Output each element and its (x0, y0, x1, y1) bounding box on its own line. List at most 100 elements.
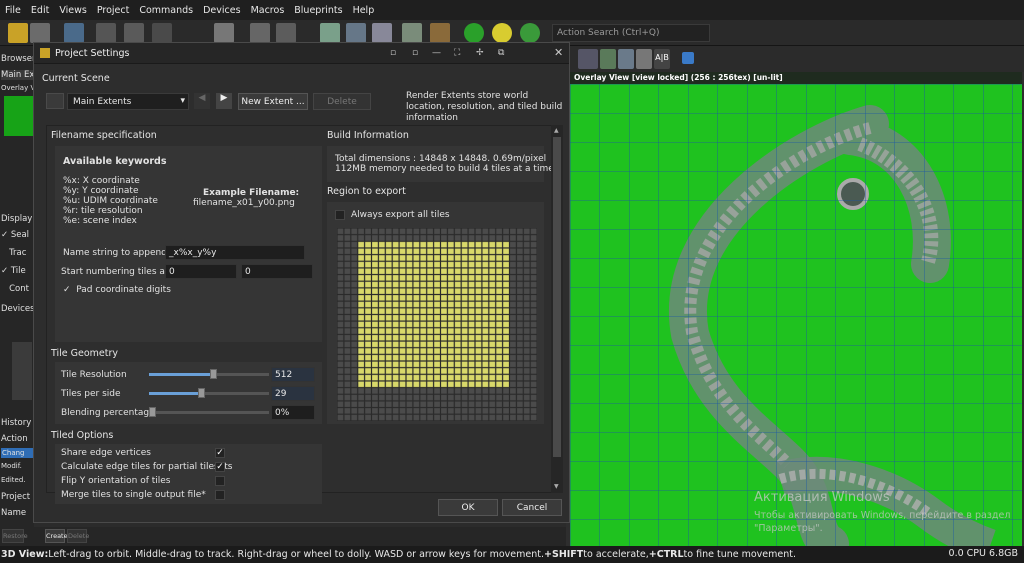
scene-select[interactable]: Main Extents ▾ (67, 93, 189, 110)
settings-scrollbar[interactable]: ▲ ▼ (551, 125, 563, 493)
info-icon[interactable] (682, 52, 694, 64)
tiles-per-side-slider[interactable] (149, 388, 269, 398)
eye-icon[interactable] (636, 49, 652, 69)
minimize-icon[interactable]: — (432, 48, 441, 58)
menu-file[interactable]: File (0, 5, 26, 16)
blending-slider[interactable] (149, 407, 269, 417)
restore-footer-button[interactable]: Restore (2, 529, 28, 543)
settings-scroll-pane[interactable]: Filename specification Available keyword… (46, 125, 554, 504)
merge-tiles-checkbox[interactable] (215, 490, 225, 500)
view3-icon[interactable] (372, 23, 392, 43)
menu-blueprints[interactable]: Blueprints (289, 5, 347, 16)
scrollbar-thumb[interactable] (553, 137, 561, 457)
history-change[interactable]: Chang (1, 448, 33, 458)
menu-devices[interactable]: Devices (198, 5, 245, 16)
share-edge-label: Share edge vertices (61, 448, 151, 458)
next-icon[interactable]: ▶ (216, 93, 232, 109)
restore-icon[interactable]: ▫ (390, 48, 396, 58)
create-button[interactable]: Create (45, 529, 68, 543)
name-string-label: Name string to append: (63, 248, 170, 258)
tile-geometry-group: Tile Resolution 512 Tiles per side 29 Bl… (55, 362, 322, 424)
view2-icon[interactable] (346, 23, 366, 43)
close-icon[interactable]: ✕ (554, 46, 563, 59)
menu-edit[interactable]: Edit (26, 5, 54, 16)
build-info-group: Total dimensions : 14848 x 14848. 0.69m/… (327, 146, 554, 182)
tile-region-grid[interactable] (337, 228, 537, 421)
tile-resolution-slider[interactable] (149, 369, 269, 379)
menu-project[interactable]: Project (92, 5, 135, 16)
fit-icon[interactable]: ⛶ (454, 48, 460, 58)
calc-edge-label: Calculate edge tiles for partial tileset… (61, 462, 233, 472)
flip-y-checkbox[interactable] (215, 476, 225, 486)
menu-help[interactable]: Help (348, 5, 380, 16)
terrain-view[interactable] (570, 84, 1022, 546)
available-keywords-label: Available keywords (63, 156, 167, 167)
menu-commands[interactable]: Commands (134, 5, 198, 16)
restore2-icon[interactable]: ▫ (412, 48, 418, 58)
delete-extent-button[interactable]: Delete (313, 93, 371, 110)
map-icon[interactable] (618, 49, 634, 69)
menu-macros[interactable]: Macros (246, 5, 290, 16)
new-extent-button[interactable]: New Extent ... (238, 93, 308, 110)
thumbnail-preview[interactable] (4, 96, 34, 136)
example-filename-label: Example Filename: (203, 188, 300, 198)
seal-item[interactable]: ✓ Seal (1, 230, 29, 240)
green-sphere-icon[interactable] (464, 23, 484, 43)
tool-icon[interactable] (96, 23, 116, 43)
ab-compare-icon[interactable]: A|B (654, 49, 670, 69)
history-edited[interactable]: Edited. (1, 476, 26, 484)
history-modif[interactable]: Modif. (1, 462, 22, 470)
view-icon[interactable] (320, 23, 340, 43)
name-string-input[interactable]: _x%x_y%y (165, 245, 305, 260)
dock-icon[interactable]: ⧉ (498, 48, 504, 58)
pin-icon[interactable]: ✢ (476, 48, 484, 58)
terrain-svg (570, 84, 1022, 546)
always-export-checkbox[interactable] (335, 210, 345, 220)
tile-resolution-label: Tile Resolution (61, 370, 127, 380)
brown-icon[interactable] (430, 23, 450, 43)
lock-icon[interactable] (46, 93, 64, 109)
main-extents-tab[interactable]: Main Exte (1, 70, 34, 80)
graph-icon[interactable] (64, 23, 84, 43)
new-project-icon[interactable] (8, 23, 28, 43)
device-list[interactable] (12, 342, 32, 400)
trac-item[interactable]: Trac (1, 248, 26, 258)
layout-grid-icon[interactable] (276, 23, 296, 43)
overlay-icon[interactable] (600, 49, 616, 69)
overlay-viewport[interactable]: A|B Overlay View [view locked] (256 : 25… (566, 46, 1024, 546)
tile-resolution-input[interactable]: 512 (271, 367, 315, 382)
start-x-input[interactable]: 0 (165, 264, 237, 279)
dialog-title: Project Settings (55, 47, 130, 59)
app-icon (40, 48, 50, 58)
menu-views[interactable]: Views (54, 5, 92, 16)
start-y-input[interactable]: 0 (241, 264, 313, 279)
tile-geometry-header: Tile Geometry (51, 348, 119, 359)
status-help-a: Left-drag to orbit. Middle-drag to track… (48, 549, 545, 560)
status-view-name: 3D View: (1, 549, 49, 560)
yellow-sphere-icon[interactable] (492, 23, 512, 43)
display-header: Display (1, 214, 33, 224)
tile-item[interactable]: ✓ Tile (1, 266, 26, 276)
view-toggle-icon[interactable] (578, 49, 598, 69)
cancel-button[interactable]: Cancel (502, 499, 562, 516)
action-search-input[interactable]: Action Search (Ctrl+Q) (552, 24, 710, 42)
ok-button[interactable]: OK (438, 499, 498, 516)
calc-edge-checkbox[interactable]: ✓ (215, 462, 225, 472)
pattern-icon[interactable] (214, 23, 234, 43)
project-settings-dialog: Project Settings ▫ ▫ — ⛶ ✢ ⧉ ✕ Current S… (33, 42, 570, 523)
delete-project-button[interactable]: Delete (67, 529, 89, 543)
earth-icon[interactable] (520, 23, 540, 43)
open-icon[interactable] (30, 23, 50, 43)
action-col: Action (1, 434, 28, 444)
cont-item[interactable]: Cont (1, 284, 29, 294)
graph2-icon[interactable] (152, 23, 172, 43)
prev-icon[interactable]: ◀ (194, 93, 210, 109)
blending-input[interactable]: 0% (271, 405, 315, 420)
photo-icon[interactable] (402, 23, 422, 43)
status-ctrl: +CTRL (648, 549, 684, 560)
node-icon[interactable] (124, 23, 144, 43)
share-edge-checkbox[interactable]: ✓ (215, 448, 225, 458)
tiles-per-side-input[interactable]: 29 (271, 386, 315, 401)
pad-digits-checkbox[interactable]: ✓ Pad coordinate digits (63, 285, 171, 295)
layout-single-icon[interactable] (250, 23, 270, 43)
